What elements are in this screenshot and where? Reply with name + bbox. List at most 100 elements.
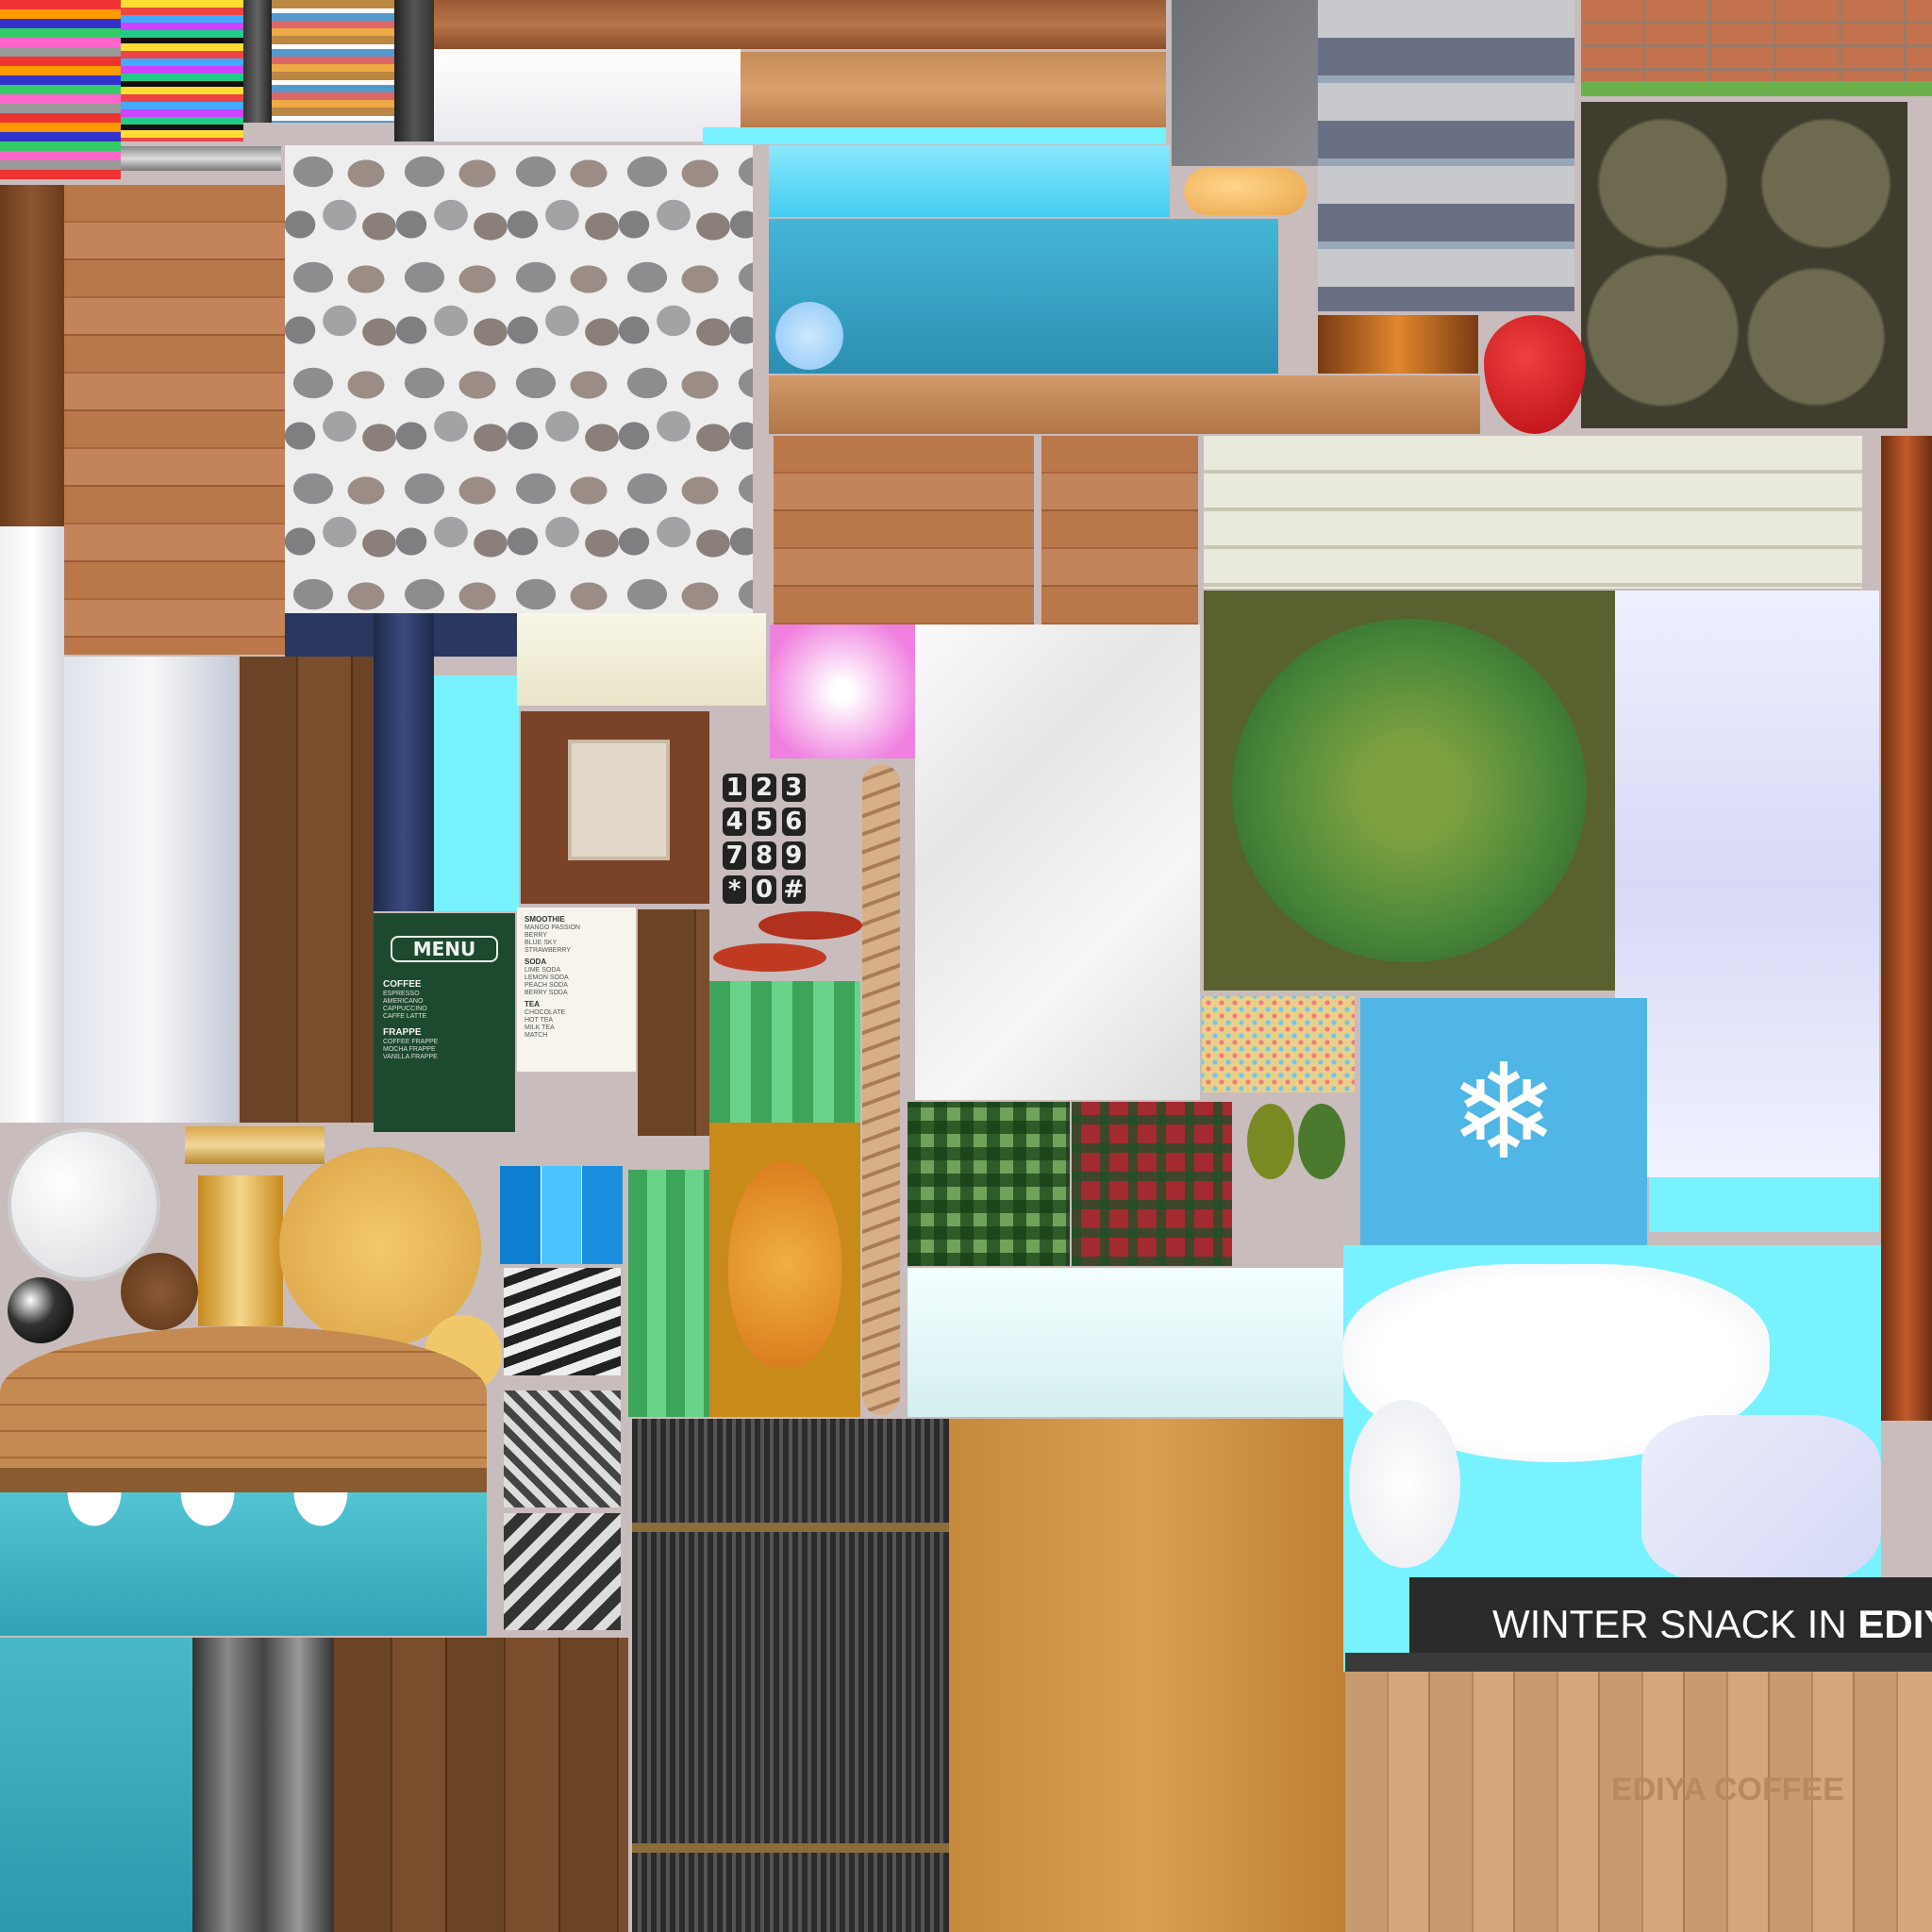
paper-menu-item: MILK TEA [525, 1024, 555, 1031]
metal-strip [243, 0, 272, 123]
cream-panel [517, 613, 766, 706]
picture-frame [568, 740, 670, 860]
paper-menu-item: BERRY SODA [525, 990, 568, 996]
green-glass-tall [628, 1170, 709, 1417]
menu-item: VANILLA FRAPPE [383, 1054, 438, 1060]
corrugated-band-2 [632, 1843, 949, 1853]
keypad-key: 5 [752, 808, 776, 836]
frosted-door [0, 1638, 192, 1932]
bush-top-view [1204, 591, 1615, 991]
keypad-key: # [781, 875, 806, 904]
paper-menu-item: BERRY [525, 932, 547, 939]
cyan-filler-1 [434, 675, 519, 911]
menu-item: ESPRESSO [383, 991, 420, 997]
snow-panel [1615, 591, 1879, 1177]
ice-strip-top [703, 127, 1166, 144]
paper-menu-item: HOT TEA [525, 1017, 554, 1024]
banner-text: WINTER SNACK IN [1492, 1602, 1858, 1646]
menu-item: MOCHA FRAPPE [383, 1046, 436, 1053]
sign-text: EDIYA COFFEE [1611, 1772, 1844, 1807]
olive-leaf [1247, 1104, 1294, 1179]
cyan-filler-2 [1649, 1177, 1879, 1232]
snowflake-panel: ❄ [1360, 998, 1647, 1245]
wood-vertical-dark [240, 657, 374, 1123]
diagonal-stripes [504, 1513, 621, 1630]
metal-strip-2 [394, 0, 434, 142]
red-leaf [758, 911, 862, 940]
corrugated-band [632, 1523, 949, 1532]
paper-menu-item: STRAWBERRY [525, 947, 572, 954]
color-swatch-strip-3 [272, 0, 394, 123]
square-pattern [504, 1391, 621, 1507]
stone-stair [1172, 0, 1318, 166]
pink-glow [770, 625, 915, 758]
color-swatch-strip-1 [0, 0, 121, 179]
banner-text-bold: EDIYA [1857, 1602, 1932, 1646]
green-plaid [908, 1102, 1070, 1266]
silver-panel [64, 657, 238, 1123]
olive-leaf-2 [1298, 1104, 1345, 1179]
keypad-key: * [723, 875, 747, 904]
keypad: 1 2 3 4 5 6 7 8 9 * 0 # [717, 768, 811, 909]
banner-base [1345, 1653, 1932, 1672]
paper-menu-heading: TEA [525, 1000, 540, 1008]
rope [862, 764, 900, 1415]
paper-menu: SMOOTHIE MANGO PASSION BERRY BLUE SKY ST… [517, 908, 636, 1072]
paper-menu-item: LEMON SODA [525, 974, 569, 981]
menu-item: AMERICANO [383, 998, 424, 1005]
water-block [769, 219, 1278, 374]
metal-column [192, 1638, 334, 1932]
baked-crust [1318, 315, 1478, 374]
black-pearl [8, 1277, 74, 1343]
paper-menu-item: MANGO PASSION [525, 924, 580, 931]
steel-bar [121, 146, 281, 171]
strawberry [1484, 315, 1586, 434]
keypad-key: 8 [752, 841, 776, 870]
keypad-key: 7 [723, 841, 747, 870]
autumn-leaf-panel [709, 1123, 860, 1417]
bread-loaf [1184, 168, 1307, 215]
menu-item: CAPPUCCINO [383, 1006, 427, 1012]
rust-pillar [1881, 436, 1932, 1421]
white-panel [434, 49, 741, 142]
icicle-snow [66, 1492, 406, 1568]
oak-leaf [728, 1160, 841, 1368]
ice-chunk [1641, 1415, 1881, 1583]
window-grid [500, 1166, 623, 1264]
wood-plank-light [741, 52, 1166, 127]
bush-foliage [1232, 619, 1587, 962]
wood-planks-mid [774, 436, 1034, 625]
white-pillar [0, 526, 64, 1123]
wood-trim [0, 1468, 487, 1492]
ice-ball [775, 302, 843, 370]
stone-grass-steps [1318, 0, 1574, 311]
cream-siding [1204, 436, 1862, 589]
cobblestone-wall [285, 145, 753, 613]
paper-menu-heading: SMOOTHIE [525, 915, 565, 924]
paper-menu-item: CHOCOLATE [525, 1009, 566, 1016]
ediya-wood-sign: EDIYA COFFEE [1345, 1672, 1932, 1932]
picture-frame-board [521, 711, 709, 904]
marble-slab [915, 625, 1200, 1100]
wood-door-narrow [638, 909, 709, 1136]
zebra-pattern [504, 1268, 621, 1375]
menu-section-heading: COFFEE [383, 979, 422, 990]
menu-title: MENU [391, 936, 498, 962]
keypad-key: 9 [781, 841, 806, 870]
menu-item: COFFEE FRAPPE [383, 1039, 439, 1045]
red-plaid [1072, 1102, 1232, 1266]
wood-post-dark [0, 185, 64, 526]
paper-menu-heading: SODA [525, 958, 547, 966]
keypad-key: 3 [781, 774, 806, 802]
navy-pipe [374, 613, 434, 911]
grass-edge [1581, 81, 1932, 96]
color-swatch-strip-2 [121, 0, 243, 142]
keypad-key: 0 [752, 875, 776, 904]
chalkboard-menu: MENU COFFEE ESPRESSO AMERICANO CAPPUCCIN… [374, 913, 515, 1132]
candy-sprinkles [1202, 996, 1355, 1092]
brick-wall [1581, 0, 1932, 94]
wood-wall-bottom [334, 1638, 628, 1932]
green-glass [709, 981, 860, 1123]
wood-planks-mid-2 [1041, 436, 1198, 625]
paper-menu-item: BLUE SKY [525, 940, 558, 946]
